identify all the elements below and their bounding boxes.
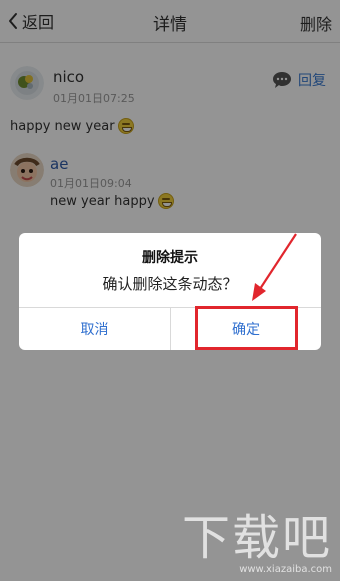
watermark-logo: 下载吧 — [181, 510, 332, 566]
watermark: 下载吧 www.xiazaiba.com — [182, 514, 332, 575]
annotation-arrow-icon — [252, 233, 297, 301]
